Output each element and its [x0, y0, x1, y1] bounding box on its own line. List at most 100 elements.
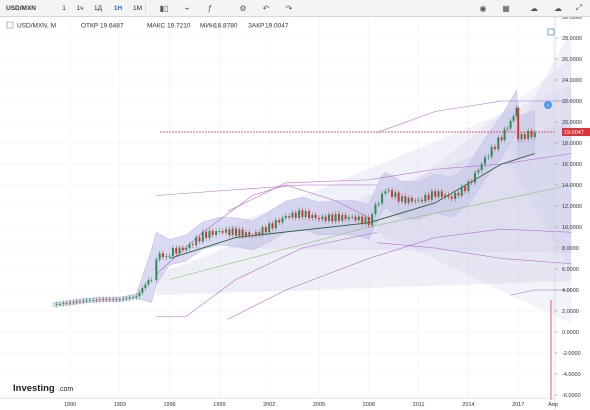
settings-icon[interactable]: ⚙: [236, 2, 250, 14]
candle-body: [347, 217, 350, 220]
candle-body: [215, 231, 218, 235]
y-tick-label: 0.0000: [562, 330, 579, 336]
candle-body: [205, 231, 208, 239]
candle-body: [470, 181, 473, 183]
legend-symbol: USD/MXN, М: [17, 23, 56, 30]
x-tick-label: 1999: [213, 402, 225, 408]
candle-body: [75, 301, 78, 303]
candle-body: [430, 191, 433, 200]
event-marker-glyph: ✓: [546, 103, 550, 109]
candle-body: [324, 216, 327, 221]
y-tick-label: 10.0000: [562, 225, 582, 231]
candle-body: [181, 247, 184, 250]
y-tick-label: 28.0000: [562, 36, 582, 42]
legend-close-label: ЗАКР: [248, 23, 264, 30]
candle-body: [141, 288, 144, 293]
candle-body: [381, 193, 384, 204]
y-tick-label: 12.0000: [562, 204, 582, 210]
candle-body: [477, 170, 480, 173]
candle-body: [357, 216, 360, 221]
candle-body: [318, 218, 320, 220]
x-tick-label: 1996: [163, 402, 175, 408]
y-tick-label: 16.0000: [562, 162, 582, 168]
candle-body: [437, 191, 440, 197]
indicators-icon[interactable]: ƒ: [203, 2, 217, 14]
fullscreen-icon[interactable]: ⤢: [572, 2, 586, 14]
candle-body: [147, 280, 150, 285]
candle-body: [185, 248, 188, 250]
chart-type-icon[interactable]: ⌁: [180, 2, 194, 14]
redo-icon[interactable]: ↷: [282, 2, 296, 14]
candle-body: [391, 190, 394, 197]
interval-1d[interactable]: 1Д: [92, 2, 104, 14]
x-tick-label: 2014: [462, 402, 474, 408]
candle-body: [490, 146, 493, 157]
candle-body: [244, 232, 247, 237]
candle-body: [191, 244, 194, 246]
candle-body: [201, 231, 204, 242]
candle-body: [474, 172, 477, 183]
candle-body: [122, 298, 125, 300]
interval-1[interactable]: 1: [58, 2, 70, 14]
legend-close-value: 19.0047: [265, 23, 289, 30]
candle-body: [235, 228, 237, 236]
cloud-upload-icon[interactable]: ☁: [527, 2, 541, 14]
candle-body: [271, 223, 274, 229]
interval-1m[interactable]: 1М: [130, 2, 146, 14]
x-tick-label: 2002: [263, 402, 275, 408]
interval-1h[interactable]: 1ч: [74, 2, 86, 14]
undo-icon[interactable]: ↶: [259, 2, 273, 14]
y-tick-label: 8.0000: [562, 246, 579, 252]
candle-body: [444, 194, 447, 198]
candle-body: [331, 214, 334, 222]
candle-body: [304, 211, 307, 217]
interval-1w[interactable]: 1Н: [111, 2, 125, 14]
candle-body: [480, 164, 483, 171]
candle-body: [218, 231, 221, 232]
candle-body: [512, 116, 515, 121]
y-tick-label: 2.0000: [562, 309, 579, 315]
camera-icon[interactable]: ◉: [476, 2, 490, 14]
candle-body: [321, 216, 324, 220]
candle-body: [454, 192, 457, 199]
candle-body: [228, 229, 231, 235]
candle-body: [361, 216, 364, 224]
chart-toolbar: USD/MXN 1 1ч 1Д 1Н 1М ▮▯ ⌁ ƒ ⚙ ↶ ↷ ◉ ▦ ☁…: [0, 0, 590, 17]
candle-body: [238, 229, 241, 236]
candle-body: [407, 197, 410, 203]
candle-body: [493, 146, 496, 150]
y-tick-label: 30.0000: [562, 17, 582, 21]
candle-body: [344, 215, 347, 220]
candle-body: [188, 244, 191, 249]
x-tick-label: 2008: [363, 402, 375, 408]
layout-icon[interactable]: ▦: [499, 2, 513, 14]
candle-body: [327, 214, 330, 221]
candle-body: [371, 214, 374, 226]
candle-body: [464, 186, 467, 192]
candle-body: [72, 302, 75, 304]
candle-body: [384, 191, 387, 194]
candle-body: [427, 194, 430, 200]
candle-body: [291, 212, 294, 218]
candle-body: [241, 229, 244, 237]
legend-open-value: 19.6487: [100, 23, 124, 30]
candle-body: [450, 196, 453, 199]
candle-body: [387, 190, 390, 192]
candle-body: [158, 253, 161, 260]
candle-body: [261, 227, 264, 235]
candle-body: [374, 204, 377, 215]
logo-text: Investing: [13, 383, 55, 394]
candles-icon[interactable]: ▮▯: [157, 2, 171, 14]
candle-body: [377, 203, 380, 205]
candle-body: [367, 217, 370, 226]
candle-body: [208, 230, 211, 239]
candle-body: [351, 216, 354, 218]
cloud-download-icon[interactable]: ☁: [551, 2, 565, 14]
price-chart[interactable]: 30.0000 28.0000 26.0000 24.0000 22.0000 20.00…: [0, 17, 590, 410]
y-tick-label: 14.0000: [562, 183, 582, 189]
candle-body: [178, 247, 181, 254]
candle-body: [69, 302, 71, 304]
symbol-selector[interactable]: USD/MXN: [6, 2, 46, 14]
price-tag-text: 19.0047: [564, 130, 584, 136]
candle-body: [298, 210, 301, 218]
